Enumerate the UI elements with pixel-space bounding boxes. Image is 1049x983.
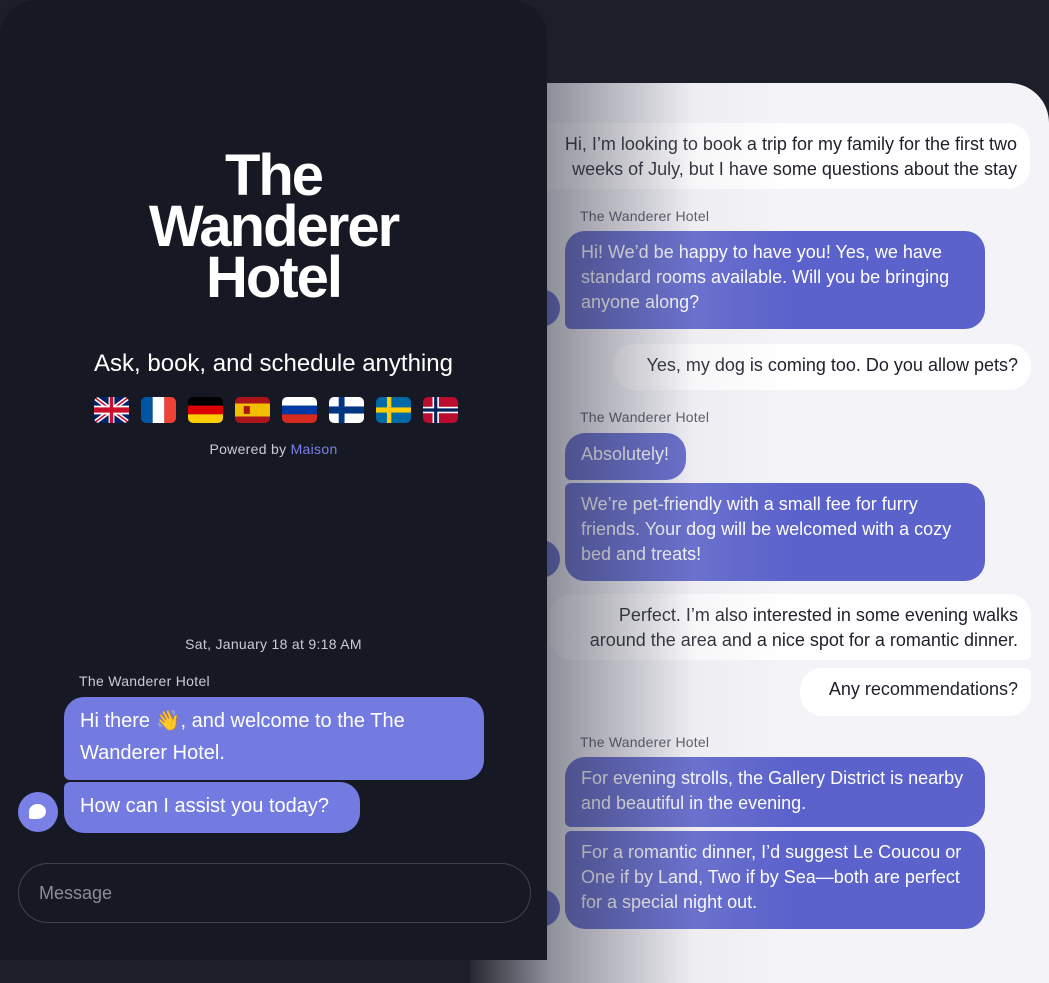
bot-message: We’re pet-friendly with a small fee for …	[565, 483, 985, 581]
germany-flag-icon[interactable]	[188, 397, 223, 423]
user-message: Hi, I’m looking to book a trip for my fa…	[540, 123, 1030, 189]
conversation-timestamp: Sat, January 18 at 9:18 AM	[185, 636, 362, 652]
russia-flag-icon[interactable]	[282, 397, 317, 423]
bot-message-assist: How can I assist you today?	[64, 782, 360, 833]
finland-flag-icon[interactable]	[329, 397, 364, 423]
sweden-flag-icon[interactable]	[376, 397, 411, 423]
sender-name: The Wanderer Hotel	[580, 208, 710, 224]
hotel-logo-title: The Wanderer Hotel	[0, 147, 547, 310]
powered-by-label: Powered by	[209, 441, 287, 457]
user-message: Any recommendations?	[800, 668, 1031, 716]
user-message: Yes, my dog is coming too. Do you allow …	[613, 344, 1031, 390]
bot-avatar-icon	[18, 792, 58, 832]
maison-link[interactable]: Maison	[291, 441, 338, 457]
title-line: Hotel	[206, 245, 343, 310]
chat-widget: The Wanderer Hotel Ask, book, and schedu…	[0, 0, 547, 960]
bot-message: Hi! We’d be happy to have you! Yes, we h…	[565, 231, 985, 329]
sender-name: The Wanderer Hotel	[580, 734, 710, 750]
spain-flag-icon[interactable]	[235, 397, 270, 423]
powered-by: Powered by Maison	[0, 441, 547, 457]
bot-message-welcome: Hi there 👋, and welcome to the The Wande…	[64, 697, 484, 780]
sender-name: The Wanderer Hotel	[79, 673, 210, 689]
uk-flag-icon[interactable]	[94, 397, 129, 423]
bot-message: Absolutely!	[565, 433, 686, 480]
chat-preview-panel: Hi, I’m looking to book a trip for my fa…	[470, 83, 1049, 983]
norway-flag-icon[interactable]	[423, 397, 458, 423]
bot-message: For evening strolls, the Gallery Distric…	[565, 757, 985, 827]
bot-message: For a romantic dinner, I’d suggest Le Co…	[565, 831, 985, 929]
message-input[interactable]	[18, 863, 531, 923]
tagline: Ask, book, and schedule anything	[94, 350, 453, 377]
language-selector	[94, 397, 458, 423]
sender-name: The Wanderer Hotel	[580, 409, 710, 425]
france-flag-icon[interactable]	[141, 397, 176, 423]
user-message: Perfect. I’m also interested in some eve…	[550, 594, 1031, 660]
